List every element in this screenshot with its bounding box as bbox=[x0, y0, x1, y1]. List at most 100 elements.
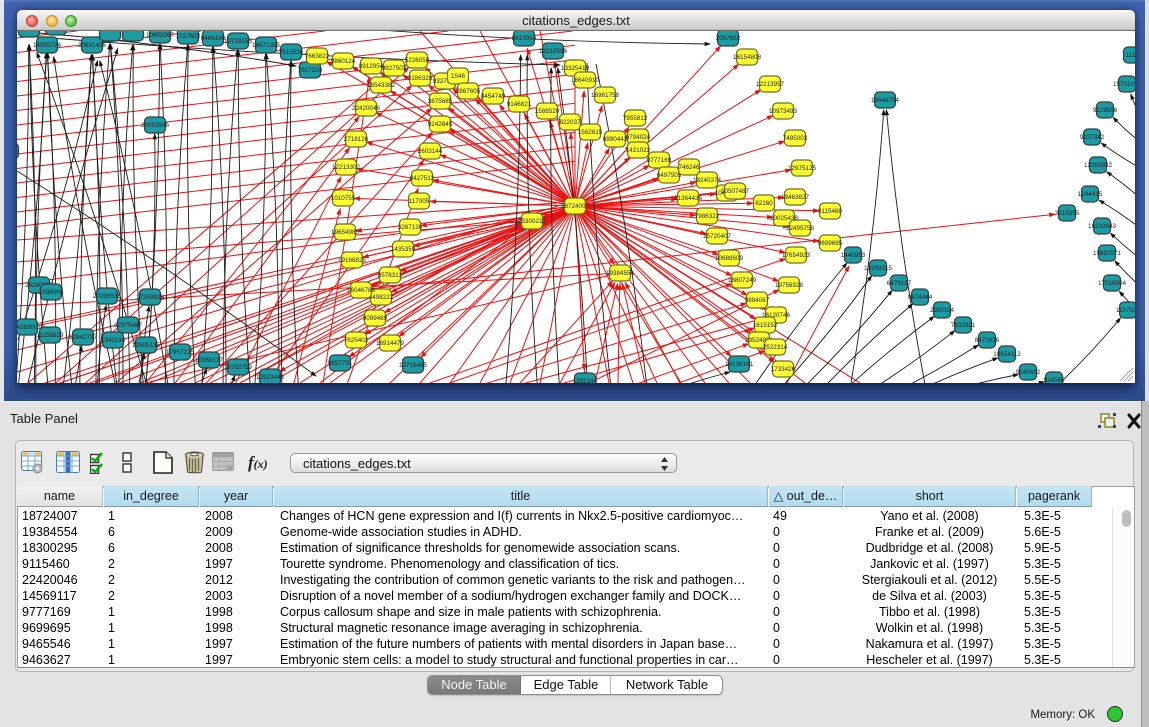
svg-text:12942737: 12942737 bbox=[69, 334, 98, 341]
svg-text:924565: 924565 bbox=[1043, 377, 1065, 383]
svg-text:20691406: 20691406 bbox=[78, 42, 107, 49]
svg-text:9129966: 9129966 bbox=[1093, 107, 1118, 114]
svg-text:9857791: 9857791 bbox=[328, 360, 353, 367]
svg-text:62160: 62160 bbox=[755, 200, 773, 207]
svg-text:1010755: 1010755 bbox=[331, 195, 356, 202]
svg-text:10958127: 10958127 bbox=[195, 357, 224, 364]
svg-text:2603144: 2603144 bbox=[418, 148, 443, 155]
svg-text:6466160: 6466160 bbox=[201, 35, 226, 42]
svg-text:14055724: 14055724 bbox=[33, 42, 62, 49]
svg-text:6794024: 6794024 bbox=[626, 134, 651, 141]
svg-text:16210643: 16210643 bbox=[1088, 223, 1117, 230]
svg-text:8186328: 8186328 bbox=[408, 75, 433, 82]
svg-text:9860124: 9860124 bbox=[331, 58, 356, 65]
svg-text:16046788: 16046788 bbox=[347, 287, 376, 294]
svg-text:8578312: 8578312 bbox=[378, 272, 403, 279]
svg-text:21364436: 21364436 bbox=[674, 195, 703, 202]
svg-text:18245374: 18245374 bbox=[693, 177, 722, 184]
svg-text:9146821: 9146821 bbox=[507, 101, 532, 108]
svg-text:1345134: 1345134 bbox=[101, 337, 126, 344]
svg-text:2935114: 2935114 bbox=[930, 307, 955, 314]
svg-text:3215955: 3215955 bbox=[1055, 210, 1080, 217]
svg-text:1562615: 1562615 bbox=[578, 129, 603, 136]
svg-text:9699695: 9699695 bbox=[818, 240, 843, 247]
svg-text:6990443: 6990443 bbox=[603, 136, 628, 143]
svg-text:11156829: 11156829 bbox=[36, 332, 64, 339]
svg-text:8454749: 8454749 bbox=[481, 93, 506, 100]
svg-text:16961758: 16961758 bbox=[591, 92, 620, 99]
svg-text:2718126: 2718126 bbox=[344, 136, 369, 143]
svg-text:8427512: 8427512 bbox=[410, 175, 435, 182]
svg-text:7857224: 7857224 bbox=[298, 67, 323, 74]
svg-text:19756928: 19756928 bbox=[775, 282, 804, 289]
svg-text:6479197: 6479197 bbox=[887, 280, 912, 287]
svg-text:15720407: 15720407 bbox=[703, 233, 732, 240]
svg-text:19359215: 19359215 bbox=[864, 265, 893, 272]
svg-text:6497505: 6497505 bbox=[657, 172, 682, 179]
svg-text:9115460: 9115460 bbox=[818, 208, 843, 215]
svg-text:19384554: 19384554 bbox=[606, 270, 635, 277]
svg-text:5226058: 5226058 bbox=[405, 57, 430, 64]
svg-text:1527602: 1527602 bbox=[176, 33, 201, 40]
svg-text:9245652: 9245652 bbox=[1016, 369, 1041, 376]
svg-text:1292344: 1292344 bbox=[573, 378, 598, 383]
svg-text:19654985: 19654985 bbox=[331, 229, 360, 236]
svg-text:17654923: 17654923 bbox=[782, 252, 811, 259]
svg-text:3267130: 3267130 bbox=[398, 224, 423, 231]
svg-text:16671355: 16671355 bbox=[252, 42, 281, 49]
svg-text:16154808: 16154808 bbox=[733, 54, 762, 61]
svg-text:16543382: 16543382 bbox=[367, 82, 396, 89]
svg-text:7625402: 7625402 bbox=[344, 337, 369, 344]
svg-text:1615152: 1615152 bbox=[753, 322, 778, 329]
svg-text:7955812: 7955812 bbox=[623, 115, 648, 122]
svg-text:9227342: 9227342 bbox=[1080, 134, 1105, 141]
svg-text:12923446: 12923446 bbox=[256, 374, 285, 381]
svg-text:8912954: 8912954 bbox=[359, 63, 384, 70]
svg-text:1112: 1112 bbox=[1125, 52, 1135, 59]
svg-text:9474444: 9474444 bbox=[908, 294, 933, 301]
svg-text:7515526: 7515526 bbox=[279, 49, 304, 56]
svg-text:12505135: 12505135 bbox=[132, 342, 161, 349]
svg-text:8813054: 8813054 bbox=[512, 35, 537, 42]
svg-text:9777169: 9777169 bbox=[647, 157, 672, 164]
svg-text:3875685: 3875685 bbox=[428, 98, 453, 105]
svg-text:2522314: 2522314 bbox=[763, 344, 788, 351]
svg-text:746246: 746246 bbox=[678, 164, 700, 171]
svg-text:1546: 1546 bbox=[451, 73, 466, 80]
svg-text:7485003: 7485003 bbox=[783, 135, 808, 142]
svg-text:14136141: 14136141 bbox=[725, 361, 754, 368]
svg-text:1435359: 1435359 bbox=[391, 246, 416, 253]
svg-text:13716485: 13716485 bbox=[399, 362, 428, 369]
svg-text:2087652: 2087652 bbox=[716, 35, 741, 42]
svg-text:18724007: 18724007 bbox=[561, 203, 590, 210]
svg-text:20053946: 20053946 bbox=[141, 122, 170, 129]
svg-text:16648794: 16648794 bbox=[871, 97, 900, 104]
svg-text:18640910: 18640910 bbox=[571, 77, 600, 84]
svg-text:22495758: 22495758 bbox=[786, 225, 815, 232]
svg-text:9827503: 9827503 bbox=[382, 65, 407, 72]
svg-text:19166825: 19166825 bbox=[338, 257, 367, 264]
svg-text:10719155: 10719155 bbox=[224, 38, 253, 45]
svg-text:25300213: 25300213 bbox=[518, 218, 547, 225]
svg-text:14383001: 14383001 bbox=[17, 324, 41, 331]
svg-text:7832621: 7832621 bbox=[951, 322, 976, 329]
svg-text:117005: 117005 bbox=[409, 198, 430, 205]
svg-text:22420046: 22420046 bbox=[352, 105, 381, 112]
svg-text:1244415: 1244415 bbox=[1078, 191, 1103, 198]
svg-text:1421022: 1421022 bbox=[626, 147, 651, 154]
svg-text:7663822: 7663822 bbox=[305, 53, 330, 60]
svg-text:19218596: 19218596 bbox=[539, 48, 568, 55]
svg-text:10653267: 10653267 bbox=[146, 32, 175, 39]
svg-text:12213302: 12213302 bbox=[332, 164, 361, 171]
svg-text:1167533: 1167533 bbox=[1116, 307, 1135, 314]
svg-text:9099489: 9099489 bbox=[363, 315, 388, 322]
svg-text:9242845: 9242845 bbox=[428, 121, 453, 128]
svg-text:19463627: 19463627 bbox=[781, 194, 810, 201]
svg-text:17359928: 17359928 bbox=[136, 294, 165, 301]
svg-text:822037: 822037 bbox=[559, 119, 581, 126]
svg-text:16914479: 16914479 bbox=[376, 340, 405, 347]
svg-text:10973493: 10973493 bbox=[769, 108, 798, 115]
svg-text:9884067: 9884067 bbox=[745, 297, 770, 304]
svg-text:10654112: 10654112 bbox=[993, 351, 1021, 358]
svg-text:12093832: 12093832 bbox=[1084, 162, 1113, 169]
